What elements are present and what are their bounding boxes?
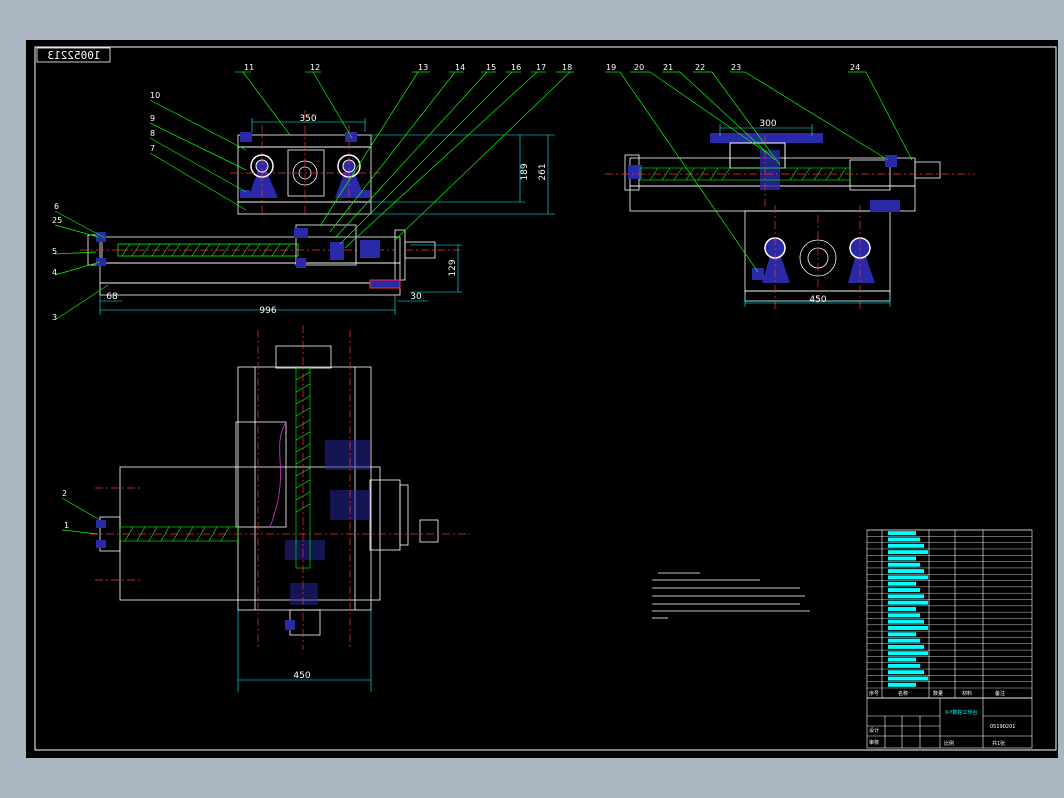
bom-name-cell: [888, 626, 928, 630]
bom-name-cell: [888, 537, 920, 542]
bom-name-cell: [888, 575, 928, 580]
part-label-15: 15: [486, 63, 496, 72]
title-code: 05190201: [990, 724, 1015, 730]
bom-name-cell: [888, 613, 920, 618]
bom-header-index: 序号: [869, 690, 879, 697]
bom-name-cell: [888, 619, 924, 624]
dim-129: 129: [448, 259, 458, 276]
part-label-4: 4: [52, 268, 57, 277]
part-label-11: 11: [244, 63, 254, 72]
bom-name-cell: [888, 670, 924, 675]
drawing-number: 10052213: [48, 49, 101, 62]
cad-drawing: 10052213 350 189 261 129 996 68 30 11 12…: [34, 46, 1057, 751]
bom-name-cell: [888, 569, 924, 574]
part-label-8: 8: [150, 129, 155, 138]
bom-name-cell: [888, 550, 928, 555]
part-label-24: 24: [850, 63, 860, 72]
bom-name-cell: [888, 651, 928, 656]
part-label-9: 9: [150, 114, 155, 123]
part-label-25: 25: [52, 216, 62, 225]
bom-name-cell: [888, 644, 924, 649]
bom-name-cell: [888, 676, 928, 681]
dim-450-top: 450: [293, 671, 310, 681]
part-label-2: 2: [62, 489, 67, 498]
dim-261: 261: [538, 163, 548, 180]
front-dimensions: [99, 118, 555, 315]
dim-996: 996: [259, 306, 276, 316]
top-screw-thread: [119, 367, 311, 569]
bom-name-cell: [888, 594, 924, 599]
part-label-16: 16: [511, 63, 521, 72]
part-label-1: 1: [64, 521, 69, 530]
title-scale: 比例: [944, 740, 954, 747]
dim-189: 189: [520, 163, 530, 180]
side-view-parts: [628, 133, 900, 283]
tech-notes: [652, 572, 810, 619]
drawing-frame: [34, 46, 1057, 751]
title-part-name: X-Y数控工作台: [945, 709, 977, 716]
bom-cyan-fill: [888, 531, 928, 687]
bom-name-cell: [888, 543, 924, 548]
bom-name-cell: [888, 682, 916, 687]
bom-name-cell: [888, 600, 928, 605]
bom-name-cell: [888, 556, 916, 561]
part-label-14: 14: [455, 63, 465, 72]
part-label-6: 6: [54, 202, 59, 211]
bom-name-cell: [888, 607, 916, 611]
part-label-10: 10: [150, 91, 160, 100]
title-check: 审核: [869, 739, 879, 746]
dim-68: 68: [106, 292, 118, 302]
bom-header-material: 材料: [962, 690, 972, 697]
dim-300: 300: [759, 119, 776, 129]
part-label-21: 21: [663, 63, 673, 72]
bom-name-cell: [888, 638, 920, 643]
title-design: 设计: [869, 727, 879, 734]
part-label-18: 18: [562, 63, 572, 72]
part-label-5: 5: [52, 247, 57, 256]
part-label-17: 17: [536, 63, 546, 72]
dim-30: 30: [410, 292, 422, 302]
bom-name-cell: [888, 588, 920, 592]
side-centerlines: [605, 135, 975, 310]
part-label-23: 23: [731, 63, 741, 72]
part-label-13: 13: [418, 63, 428, 72]
bom-header-qty: 数量: [933, 690, 943, 697]
part-label-22: 22: [695, 63, 705, 72]
part-label-3: 3: [52, 313, 57, 322]
bom-name-cell: [888, 663, 920, 668]
part-label-12: 12: [310, 63, 320, 72]
bom-header-name: 名称: [898, 690, 908, 697]
bom-name-cell: [888, 562, 920, 567]
part-label-7: 7: [150, 144, 155, 153]
part-label-19: 19: [606, 63, 616, 72]
part-label-20: 20: [634, 63, 644, 72]
bom-name-cell: [888, 531, 916, 536]
top-break-line: [269, 421, 287, 528]
bom-name-cell: [888, 632, 916, 637]
bom-name-cell: [888, 657, 916, 662]
top-view-parts: [96, 440, 370, 630]
bom-header-note: 备注: [995, 690, 1005, 697]
front-view: [87, 134, 436, 296]
dim-350: 350: [299, 114, 316, 124]
title-sheet: 共1张: [992, 740, 1005, 747]
top-view: [99, 345, 439, 636]
dim-450-side: 450: [809, 295, 826, 305]
bom-name-cell: [888, 581, 916, 586]
